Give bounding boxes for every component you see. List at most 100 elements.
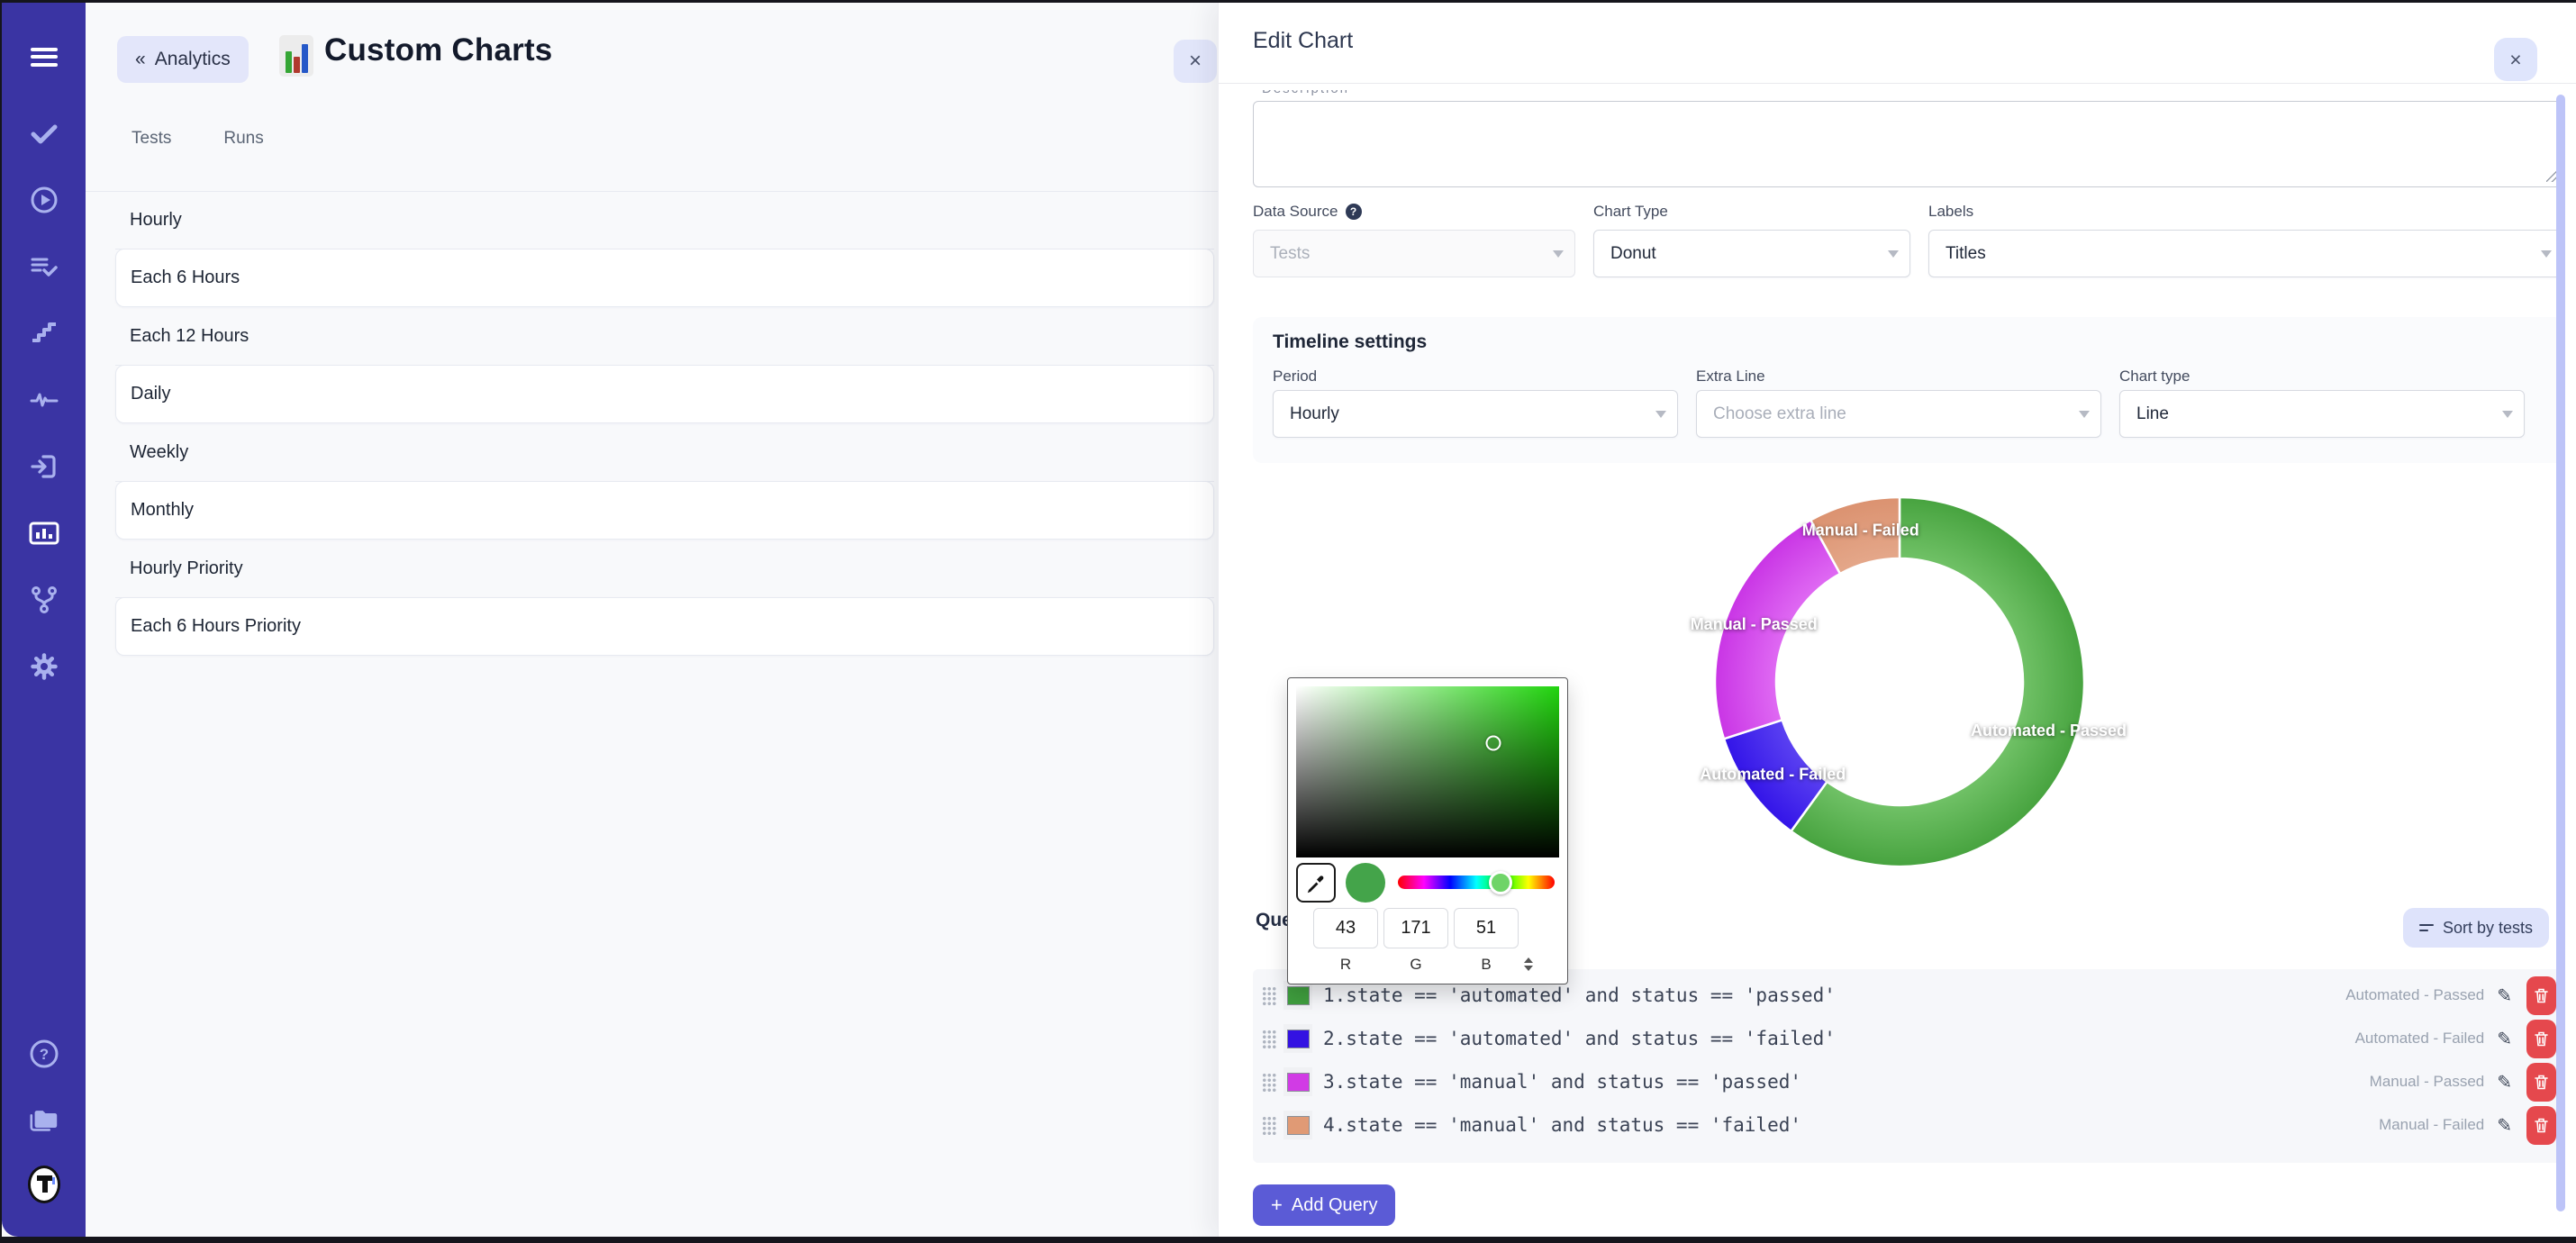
bar-chart-emoji-icon — [279, 35, 313, 77]
sidebar: ? — [2, 3, 86, 1237]
g-label: G — [1383, 956, 1448, 974]
help-icon[interactable]: ? — [28, 1038, 60, 1070]
drag-handle-icon[interactable] — [1262, 1116, 1276, 1135]
current-color-swatch[interactable] — [1346, 863, 1385, 903]
trash-icon — [2535, 1031, 2548, 1047]
query-row: 4.state == 'manual' and status == 'faile… — [1260, 1103, 2556, 1147]
drag-handle-icon[interactable] — [1262, 986, 1276, 1005]
red-input[interactable] — [1313, 908, 1378, 948]
folder-icon[interactable] — [28, 1104, 60, 1137]
delete-query-button[interactable] — [2526, 1106, 2556, 1145]
query-title: Automated - Failed — [2355, 1030, 2485, 1048]
query-color-swatch[interactable] — [1283, 1111, 1312, 1139]
close-edit-panel-button[interactable]: × — [2494, 38, 2537, 81]
clipped-description-label: Description — [1262, 90, 1550, 100]
delete-query-button[interactable] — [2526, 1020, 2556, 1058]
edit-query-icon[interactable]: ✎ — [2497, 1071, 2512, 1093]
sign-in-icon[interactable] — [28, 450, 60, 483]
edit-chart-title: Edit Chart — [1253, 28, 1353, 54]
hue-slider[interactable] — [1398, 876, 1555, 889]
add-query-button[interactable]: + Add Query — [1253, 1184, 1395, 1226]
menu-icon[interactable] — [28, 41, 60, 73]
color-picker-popup: R G B — [1287, 677, 1568, 984]
list-check-icon[interactable] — [28, 250, 60, 283]
query-expression: 2.state == 'automated' and status == 'fa… — [1323, 1028, 1836, 1049]
drag-handle-icon[interactable] — [1262, 1073, 1276, 1092]
saturation-value-area[interactable] — [1296, 686, 1559, 857]
labels-select[interactable]: Titles — [1928, 230, 2563, 277]
close-list-panel-button[interactable]: × — [1174, 40, 1217, 83]
sort-by-tests-button[interactable]: Sort by tests — [2403, 908, 2549, 948]
drag-handle-icon[interactable] — [1262, 1030, 1276, 1048]
color-swatch-fill — [1287, 1030, 1310, 1048]
list-item[interactable]: Hourly Priority — [115, 540, 1214, 598]
chevron-down-icon — [2502, 411, 2513, 418]
hue-slider-thumb[interactable] — [1489, 871, 1512, 894]
page-title: Custom Charts — [324, 32, 552, 68]
query-color-swatch[interactable] — [1283, 1024, 1312, 1053]
close-icon: × — [1189, 49, 1202, 74]
data-source-select[interactable]: Tests — [1253, 230, 1575, 277]
donut-segment-label: Automated - Passed — [1971, 721, 2127, 739]
query-expression: 1.state == 'automated' and status == 'pa… — [1323, 984, 1836, 1006]
extra-line-label: Extra Line — [1696, 367, 1765, 386]
eyedropper-button[interactable] — [1296, 863, 1336, 903]
svg-text:?: ? — [39, 1046, 48, 1063]
list-item[interactable]: Daily — [115, 365, 1214, 423]
list-item[interactable]: Monthly — [115, 481, 1214, 540]
timeline-settings-heading: Timeline settings — [1273, 331, 1427, 353]
back-to-analytics-button[interactable]: « Analytics — [117, 36, 249, 83]
chart-name: Weekly — [130, 442, 188, 463]
delete-query-button[interactable] — [2526, 1063, 2556, 1102]
labels-label: Labels — [1928, 203, 1973, 221]
edit-query-icon[interactable]: ✎ — [2497, 1114, 2512, 1137]
green-input[interactable] — [1383, 908, 1448, 948]
chart-description-textarea[interactable] — [1253, 101, 2563, 187]
chart-type-select[interactable]: Donut — [1593, 230, 1910, 277]
chart-name: Each 6 Hours — [131, 268, 240, 288]
chart-name: Daily — [131, 384, 170, 404]
edit-query-icon[interactable]: ✎ — [2497, 1028, 2512, 1050]
tab-runs[interactable]: Runs — [223, 129, 263, 149]
panel-scrollbar[interactable] — [2556, 95, 2565, 1211]
donut-segment-label: Automated - Failed — [1700, 765, 1846, 783]
chart-name: Each 12 Hours — [130, 326, 249, 347]
sv-cursor[interactable] — [1486, 735, 1501, 750]
gear-icon[interactable] — [28, 650, 60, 683]
custom-charts-panel: « Analytics Custom Charts × Tests Runs H… — [86, 3, 1218, 1237]
activity-icon[interactable] — [28, 384, 60, 416]
b-label: B — [1454, 956, 1519, 974]
color-swatch-fill — [1287, 1116, 1310, 1135]
check-icon[interactable] — [28, 117, 60, 150]
bar-chart-icon[interactable] — [28, 517, 60, 549]
steps-icon[interactable] — [28, 317, 60, 349]
query-color-swatch[interactable] — [1283, 1067, 1312, 1096]
tab-tests[interactable]: Tests — [132, 129, 171, 149]
timeline-chart-type-select[interactable]: Line — [2119, 390, 2525, 438]
color-swatch-fill — [1287, 1073, 1310, 1092]
list-item[interactable]: Each 6 Hours Priority — [115, 597, 1214, 656]
chart-name: Hourly — [130, 210, 182, 231]
delete-query-button[interactable] — [2526, 976, 2556, 1015]
branch-icon[interactable] — [28, 584, 60, 616]
color-format-toggle[interactable] — [1524, 957, 1533, 971]
list-item[interactable]: Weekly — [115, 423, 1214, 482]
list-item[interactable]: Hourly — [115, 191, 1214, 250]
chart-name: Hourly Priority — [130, 558, 243, 579]
app-logo[interactable] — [28, 1168, 60, 1201]
help-icon[interactable]: ? — [1346, 204, 1362, 220]
period-select[interactable]: Hourly — [1273, 390, 1678, 438]
app-window: ? « Analytics Custom Charts × Tests Runs… — [2, 3, 2576, 1237]
query-title: Manual - Failed — [2379, 1116, 2484, 1134]
list-item[interactable]: Each 6 Hours — [115, 249, 1214, 307]
trash-icon — [2535, 988, 2548, 1003]
query-expression: 4.state == 'manual' and status == 'faile… — [1323, 1114, 1801, 1136]
query-row: 3.state == 'manual' and status == 'passe… — [1260, 1060, 2556, 1103]
blue-input[interactable] — [1454, 908, 1519, 948]
edit-query-icon[interactable]: ✎ — [2497, 984, 2512, 1007]
list-item[interactable]: Each 12 Hours — [115, 307, 1214, 366]
timeline-chart-type-label: Chart type — [2119, 367, 2190, 386]
extra-line-select[interactable]: Choose extra line — [1696, 390, 2101, 438]
play-circle-icon[interactable] — [28, 184, 60, 216]
query-color-swatch[interactable] — [1283, 981, 1312, 1010]
